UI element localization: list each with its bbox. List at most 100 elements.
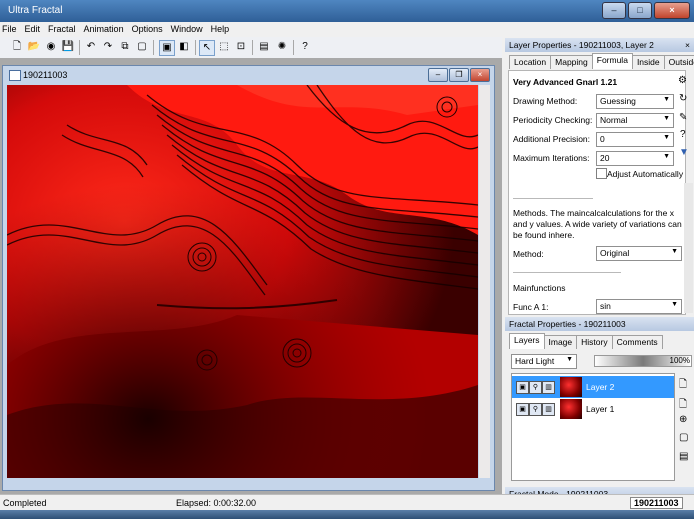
- chevron-down-icon: ▼: [671, 248, 678, 255]
- status-bar: Completed Elapsed: 0:00:32.00 190211003: [0, 494, 694, 510]
- menu-help[interactable]: Help: [209, 22, 236, 37]
- add-mask-icon[interactable]: ⊕: [679, 414, 687, 425]
- menu-window[interactable]: Window: [169, 22, 209, 37]
- fractal-canvas[interactable]: [7, 85, 478, 478]
- tab-history[interactable]: History: [576, 335, 613, 349]
- precision-input[interactable]: 0 ▼: [596, 132, 674, 147]
- maximize-button[interactable]: □: [628, 2, 652, 19]
- chevron-down-icon: ▼: [671, 301, 678, 308]
- chevron-down-icon: ▼: [663, 115, 670, 122]
- gear-icon[interactable]: ✺: [275, 40, 289, 54]
- tab-mapping[interactable]: Mapping: [550, 55, 593, 69]
- opacity-value: 100%: [669, 356, 690, 365]
- method-label: Method:: [513, 249, 544, 259]
- layer-visible-icon[interactable]: ▣: [516, 381, 529, 394]
- menu-options[interactable]: Options: [130, 22, 169, 37]
- merge-layer-icon[interactable]: ▢: [679, 432, 688, 443]
- menu-fractal[interactable]: Fractal: [46, 22, 82, 37]
- new-layer-icon[interactable]: 🗋: [679, 377, 687, 394]
- view-window-icon[interactable]: ▣: [159, 40, 175, 56]
- open-icon[interactable]: 📂: [27, 40, 41, 54]
- redo-icon[interactable]: ↷: [101, 40, 115, 54]
- tab-location[interactable]: Location: [509, 55, 552, 69]
- new-icon[interactable]: 🗋: [10, 40, 24, 54]
- document-vertical-scrollbar[interactable]: [479, 85, 490, 478]
- periodicity-select[interactable]: Normal ▼: [596, 113, 674, 128]
- layer-lock-icon[interactable]: ⚲: [529, 403, 542, 416]
- menu-edit[interactable]: Edit: [23, 22, 47, 37]
- methods-description: Methods. The maincalcalculations for the…: [513, 208, 682, 240]
- layer-properties-title: Layer Properties - 190211003, Layer 2: [509, 40, 654, 50]
- fractal-properties-tabs: Layers Image History Comments: [509, 333, 663, 349]
- chevron-down-icon: ▼: [663, 96, 670, 103]
- precision-label: Additional Precision:: [513, 134, 591, 144]
- layer-row[interactable]: ▣ ⚲ ▥ Layer 2: [512, 376, 674, 398]
- tab-formula[interactable]: Formula: [591, 53, 633, 69]
- layer-mask-icon[interactable]: ▥: [542, 403, 555, 416]
- zoom-rect-icon[interactable]: ⊡: [234, 40, 248, 54]
- document-icon: [9, 70, 21, 81]
- close-button[interactable]: ×: [654, 2, 690, 19]
- chevron-down-icon: ▼: [663, 134, 670, 141]
- edit-icon[interactable]: ✎: [679, 112, 687, 123]
- layer-visible-icon[interactable]: ▣: [516, 403, 529, 416]
- adjust-automatically-checkbox[interactable]: [596, 168, 607, 179]
- elapsed-time: Elapsed: 0:00:32.00: [176, 498, 257, 508]
- periodicity-label: Periodicity Checking:: [513, 115, 593, 125]
- layer-properties-tabs: Location Mapping Formula Inside Outside: [509, 53, 694, 69]
- help-icon[interactable]: ?: [680, 129, 686, 140]
- formula-panel: Very Advanced Gnarl 1.21 Drawing Method:…: [508, 70, 686, 315]
- select-arrow-icon[interactable]: ↖: [199, 40, 215, 56]
- doc-minimize-button[interactable]: –: [428, 68, 448, 82]
- layer-list: ▣ ⚲ ▥ Layer 2 ▣ ⚲ ▥ Layer 1: [511, 373, 675, 481]
- duplicate-layer-icon[interactable]: 🗋: [679, 397, 687, 414]
- layer-lock-icon[interactable]: ⚲: [529, 381, 542, 394]
- layer-mask-icon[interactable]: ▥: [542, 381, 555, 394]
- tab-layers[interactable]: Layers: [509, 333, 545, 349]
- merge-mode-select[interactable]: Hard Light ▼: [511, 354, 577, 369]
- menu-animation[interactable]: Animation: [82, 22, 130, 37]
- doc-close-button[interactable]: ×: [470, 68, 490, 82]
- delete-layer-icon[interactable]: ▤: [679, 451, 688, 462]
- help-icon[interactable]: ?: [298, 40, 312, 54]
- drawing-method-label: Drawing Method:: [513, 96, 578, 106]
- minimize-button[interactable]: –: [602, 2, 626, 19]
- mainfunctions-heading: Mainfunctions: [513, 283, 566, 293]
- save-icon[interactable]: 💾: [61, 40, 75, 54]
- copy-icon[interactable]: ⧉: [118, 40, 132, 54]
- layer-row[interactable]: ▣ ⚲ ▥ Layer 1: [512, 398, 674, 420]
- select-rect-icon[interactable]: ⬚: [217, 40, 231, 54]
- opacity-slider[interactable]: 100%: [594, 355, 692, 367]
- adjust-automatically-label: Adjust Automatically: [607, 169, 684, 179]
- tab-outside[interactable]: Outside: [663, 55, 694, 69]
- document-title: 190211003: [23, 70, 68, 80]
- layer-properties-header: Layer Properties - 190211003, Layer 2 ×: [505, 38, 694, 52]
- paste-icon[interactable]: ▢: [135, 40, 149, 54]
- formula-browser-icon[interactable]: ⚙: [678, 75, 687, 86]
- tab-inside[interactable]: Inside: [631, 55, 665, 69]
- render-icon[interactable]: ▤: [257, 40, 271, 54]
- status-document-name: 190211003: [630, 497, 683, 509]
- tab-image[interactable]: Image: [543, 335, 578, 349]
- undo-icon[interactable]: ↶: [84, 40, 98, 54]
- doc-restore-button[interactable]: ❐: [449, 68, 469, 82]
- formula-name: Very Advanced Gnarl 1.21: [513, 77, 618, 87]
- method-select[interactable]: Original ▼: [596, 246, 682, 261]
- iterations-input[interactable]: 20 ▼: [596, 151, 674, 166]
- iterations-label: Maximum Iterations:: [513, 153, 590, 163]
- func-a1-label: Func A 1:: [513, 302, 549, 312]
- app-titlebar: Ultra Fractal – □ ×: [0, 0, 694, 22]
- menu-bar: File Edit Fractal Animation Options Wind…: [0, 22, 694, 37]
- refresh-icon[interactable]: ↻: [679, 93, 687, 104]
- expand-icon[interactable]: ▼: [679, 147, 689, 158]
- tab-comments[interactable]: Comments: [611, 335, 663, 349]
- menu-file[interactable]: File: [0, 22, 23, 37]
- drawing-method-select[interactable]: Guessing ▼: [596, 94, 674, 109]
- close-icon[interactable]: ×: [685, 40, 690, 50]
- func-a1-select[interactable]: sin ▼: [596, 299, 682, 314]
- open-formula-icon[interactable]: ◉: [44, 40, 58, 54]
- formula-scrollbar[interactable]: [684, 183, 693, 313]
- fractal-properties-header: Fractal Properties - 190211003: [505, 317, 694, 331]
- view-full-icon[interactable]: ◧: [177, 40, 191, 54]
- fractal-image: [7, 85, 478, 478]
